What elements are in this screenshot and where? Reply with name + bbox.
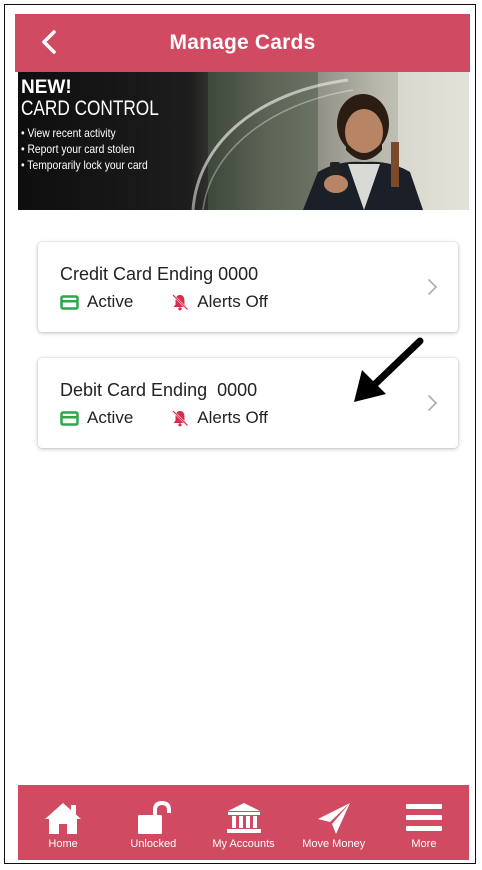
bell-off-icon (172, 294, 189, 311)
tab-move-money[interactable]: Move Money (289, 785, 379, 860)
card-status-text: Active (87, 292, 134, 311)
banner-bullet: • Temporarily lock your card (21, 158, 148, 172)
chevron-right-icon (428, 395, 438, 411)
send-icon (317, 803, 350, 834)
card-icon (60, 294, 79, 310)
alert-status-text: Alerts Off (197, 292, 268, 311)
bottom-tab-bar: Home Unlocked My Accounts Move Money Mor… (18, 785, 469, 860)
banner-bullets: • View recent activity • Report your car… (21, 125, 189, 173)
tab-label: More (411, 838, 437, 850)
chevron-right-icon (428, 279, 438, 295)
bell-off-icon (172, 410, 189, 427)
alert-status: Alerts Off (171, 408, 268, 428)
chevron-left-icon (42, 30, 56, 54)
banner-text: NEW! CARD CONTROL • View recent activity… (21, 78, 189, 173)
card-title: Debit Card Ending 0000 (60, 380, 258, 400)
back-button[interactable] (33, 26, 65, 58)
pointer-arrow-icon (354, 337, 424, 402)
bank-icon (226, 803, 261, 833)
banner-bullet: • Report your card stolen (21, 142, 135, 156)
tab-label: Home (48, 838, 78, 850)
card-status-row: Active Alerts Off (60, 292, 268, 312)
unlocked-icon (138, 801, 172, 834)
page-title: Manage Cards (169, 31, 316, 54)
banner-new-label: NEW! (21, 77, 72, 98)
card-status-text: Active (87, 408, 134, 427)
tab-label: Unlocked (130, 838, 177, 850)
header-bar: Manage Cards (15, 14, 470, 72)
credit-card-item[interactable]: Credit Card Ending 0000 Active Alerts Of… (38, 242, 458, 332)
tab-more[interactable]: More (379, 785, 469, 860)
tab-unlocked[interactable]: Unlocked (108, 785, 198, 860)
menu-icon (405, 804, 442, 831)
banner-bullet: • View recent activity (21, 126, 116, 140)
tab-my-accounts[interactable]: My Accounts (198, 785, 288, 860)
tab-label: Move Money (302, 838, 366, 850)
alert-status: Alerts Off (171, 292, 268, 312)
home-icon (45, 803, 82, 834)
card-status-row: Active Alerts Off (60, 408, 268, 428)
card-icon (60, 410, 79, 426)
card-control-banner[interactable]: NEW! CARD CONTROL • View recent activity… (18, 72, 469, 210)
tab-label: My Accounts (212, 838, 275, 850)
card-title: Credit Card Ending 0000 (60, 264, 259, 284)
tab-home[interactable]: Home (18, 785, 108, 860)
banner-headline: CARD CONTROL (21, 97, 159, 120)
alert-status-text: Alerts Off (197, 408, 268, 427)
